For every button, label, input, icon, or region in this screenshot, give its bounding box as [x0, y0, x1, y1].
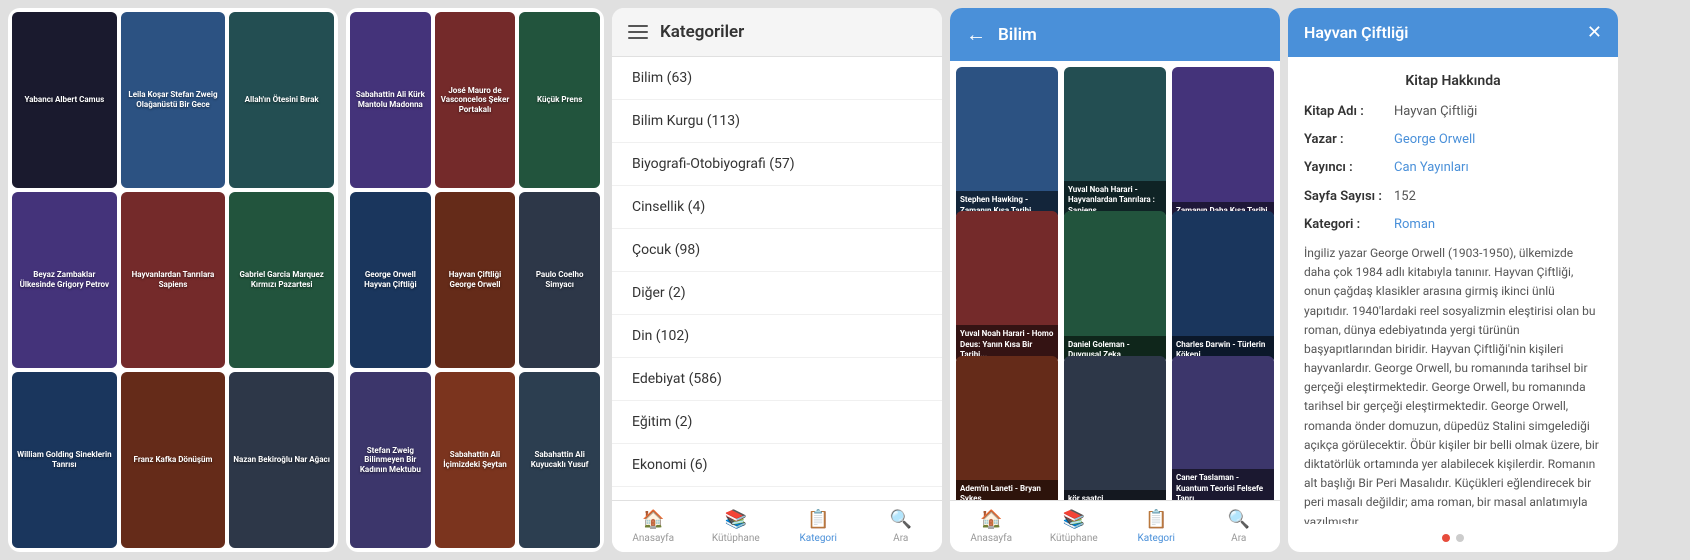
- book-cover[interactable]: Hayvan Çiftliği George Orwell: [435, 192, 516, 368]
- panel-book-grid-2: Sabahattin Ali Kürk Mantolu MadonnaJosé …: [346, 8, 604, 552]
- bilim-book-cover[interactable]: Yuval Noah Harari - Homo Deus: Yanın Kıs…: [956, 211, 1058, 364]
- detail-section-title: Kitap Hakkında: [1304, 73, 1602, 89]
- categories-header: Kategoriler: [612, 8, 942, 57]
- nav-icon: 🔍: [1228, 509, 1250, 530]
- nav-icon: 📋: [1145, 509, 1167, 530]
- bilim-book-cover[interactable]: kör saatçi: [1064, 356, 1166, 500]
- detail-description: İngiliz yazar George Orwell (1903-1950),…: [1304, 244, 1602, 524]
- category-item-ekonomi[interactable]: Ekonomi (6): [612, 444, 942, 487]
- detail-header-title: Hayvan Çiftliği: [1304, 23, 1408, 42]
- book-cover[interactable]: Sabahattin Ali İçimizdeki Şeytan: [435, 372, 516, 548]
- book-cover[interactable]: William Golding Sineklerin Tanrısı: [12, 372, 117, 548]
- nav-item-kütüphane[interactable]: 📚Kütüphane: [1033, 501, 1116, 552]
- nav-item-ara[interactable]: 🔍Ara: [860, 501, 943, 552]
- bilim-book-cover[interactable]: Zamanın Daha Kısa Tarihi: [1172, 67, 1274, 220]
- detail-row-kategori: Kategori :Roman: [1304, 216, 1602, 234]
- book-cover[interactable]: Nazan Bekiroğlu Nar Ağacı: [229, 372, 334, 548]
- nav-item-anasayfa[interactable]: 🏠Anasayfa: [950, 501, 1033, 552]
- bottom-nav-bilim: 🏠Anasayfa📚Kütüphane📋Kategori🔍Ara: [950, 500, 1280, 552]
- book-cover[interactable]: Beyaz Zambaklar Ülkesinde Grigory Petrov: [12, 192, 117, 368]
- categories-title: Kategoriler: [660, 22, 744, 42]
- bilim-book-cover[interactable]: Adem'in Laneti - Bryan Sykes: [956, 356, 1058, 500]
- bilim-grid: Stephen Hawking - Zamanın Kısa Tarihi Yu…: [950, 61, 1280, 500]
- close-icon[interactable]: ✕: [1587, 22, 1602, 43]
- nav-icon: 🏠: [980, 509, 1002, 530]
- bilim-book-cover[interactable]: Caner Taslaman - Kuantum Teorisi Felsefe…: [1172, 356, 1274, 500]
- bilim-book-overlay: Adem'in Laneti - Bryan Sykes: [956, 480, 1058, 500]
- book-cover[interactable]: Hayvanlardan Tanrılara Sapiens: [121, 192, 226, 368]
- detail-label-sayfa: Sayfa Sayısı :: [1304, 188, 1394, 206]
- book-cover[interactable]: Franz Kafka Dönüşüm: [121, 372, 226, 548]
- detail-label-kitap_adi: Kitap Adı :: [1304, 103, 1394, 121]
- detail-label-kategori: Kategori :: [1304, 216, 1394, 234]
- hamburger-icon[interactable]: [628, 25, 648, 39]
- category-item-biyografi[interactable]: Biyografi-Otobiyografi (57): [612, 143, 942, 186]
- book-cover[interactable]: Sabahattin Ali Kuyucaklı Yusuf: [519, 372, 600, 548]
- book-cover[interactable]: Leila Koşar Stefan Zweig Olağanüstü Bir …: [121, 12, 226, 188]
- detail-value-yayinci[interactable]: Can Yayınları: [1394, 159, 1469, 177]
- book-cover[interactable]: George Orwell Hayvan Çiftliği: [350, 192, 431, 368]
- detail-content: Kitap Hakkında Kitap Adı :Hayvan Çiftliğ…: [1288, 57, 1618, 524]
- nav-icon: 📚: [725, 509, 747, 530]
- panel-book-detail: Hayvan Çiftliği ✕ Kitap Hakkında Kitap A…: [1288, 8, 1618, 552]
- bottom-nav-categories: 🏠Anasayfa📚Kütüphane📋Kategori🔍Ara: [612, 500, 942, 552]
- book-cover[interactable]: Allah'ın Ötesini Bırak: [229, 12, 334, 188]
- book-cover[interactable]: Yabancı Albert Camus: [12, 12, 117, 188]
- detail-label-yazar: Yazar :: [1304, 131, 1394, 149]
- bilim-book-overlay: kör saatçi: [1064, 490, 1166, 500]
- detail-header: Hayvan Çiftliği ✕: [1288, 8, 1618, 57]
- book-cover[interactable]: Paulo Coelho Simyacı: [519, 192, 600, 368]
- back-arrow-icon[interactable]: ←: [966, 22, 986, 47]
- panel-book-grid-1: Yabancı Albert CamusLeila Koşar Stefan Z…: [8, 8, 338, 552]
- bilim-header: ← Bilim: [950, 8, 1280, 61]
- dot-indicator-0[interactable]: [1442, 534, 1450, 542]
- bilim-book-overlay: Caner Taslaman - Kuantum Teorisi Felsefe…: [1172, 469, 1274, 500]
- category-list: Bilim (63)Bilim Kurgu (113)Biyografi-Oto…: [612, 57, 942, 500]
- book-cover[interactable]: Küçük Prens: [519, 12, 600, 188]
- nav-item-anasayfa[interactable]: 🏠Anasayfa: [612, 501, 695, 552]
- bilim-book-cover[interactable]: Stephen Hawking - Zamanın Kısa Tarihi: [956, 67, 1058, 220]
- nav-item-kütüphane[interactable]: 📚Kütüphane: [695, 501, 778, 552]
- book-cover[interactable]: José Mauro de Vasconcelos Şeker Portakal…: [435, 12, 516, 188]
- nav-icon: 🏠: [642, 509, 664, 530]
- book-cover[interactable]: Sabahattin Ali Kürk Mantolu Madonna: [350, 12, 431, 188]
- nav-icon: 📚: [1063, 509, 1085, 530]
- bilim-book-cover[interactable]: Charles Darwin - Türlerin Kökeni: [1172, 211, 1274, 364]
- category-item-edebiyat[interactable]: Edebiyat (586): [612, 358, 942, 401]
- detail-fields: Kitap Adı :Hayvan ÇiftliğiYazar :George …: [1304, 103, 1602, 234]
- nav-item-kategori[interactable]: 📋Kategori: [1115, 501, 1198, 552]
- nav-icon: 🔍: [890, 509, 912, 530]
- detail-row-yazar: Yazar :George Orwell: [1304, 131, 1602, 149]
- bilim-book-cover[interactable]: Yuval Noah Harari - Hayvanlardan Tanrıla…: [1064, 67, 1166, 220]
- detail-value-sayfa: 152: [1394, 188, 1416, 206]
- dot-indicators: [1288, 524, 1618, 552]
- bilim-title: Bilim: [998, 25, 1037, 45]
- panel-bilim: ← Bilim Stephen Hawking - Zamanın Kısa T…: [950, 8, 1280, 552]
- category-item-cocuk[interactable]: Çocuk (98): [612, 229, 942, 272]
- category-item-bilim[interactable]: Bilim (63): [612, 57, 942, 100]
- detail-value-kategori[interactable]: Roman: [1394, 216, 1435, 234]
- detail-value-yazar[interactable]: George Orwell: [1394, 131, 1475, 149]
- category-item-egitim[interactable]: Eğitim (2): [612, 401, 942, 444]
- category-item-din[interactable]: Din (102): [612, 315, 942, 358]
- book-cover[interactable]: Gabriel Garcia Marquez Kırmızı Pazartesi: [229, 192, 334, 368]
- category-item-cinsellik[interactable]: Cinsellik (4): [612, 186, 942, 229]
- category-item-diger[interactable]: Diğer (2): [612, 272, 942, 315]
- book-cover[interactable]: Stefan Zweig Bilinmeyen Bir Kadının Mekt…: [350, 372, 431, 548]
- detail-row-sayfa: Sayfa Sayısı :152: [1304, 188, 1602, 206]
- nav-icon: 📋: [807, 509, 829, 530]
- bilim-book-cover[interactable]: Daniel Goleman - Duygusal Zeka: [1064, 211, 1166, 364]
- book-grid-2: Sabahattin Ali Kürk Mantolu MadonnaJosé …: [346, 8, 604, 552]
- dot-indicator-1[interactable]: [1456, 534, 1464, 542]
- nav-item-kategori[interactable]: 📋Kategori: [777, 501, 860, 552]
- detail-row-kitap_adi: Kitap Adı :Hayvan Çiftliği: [1304, 103, 1602, 121]
- detail-value-kitap_adi: Hayvan Çiftliği: [1394, 103, 1477, 121]
- detail-label-yayinci: Yayıncı :: [1304, 159, 1394, 177]
- book-grid-1: Yabancı Albert CamusLeila Koşar Stefan Z…: [8, 8, 338, 552]
- category-item-felsefe[interactable]: Felsefe (142): [612, 487, 942, 500]
- category-item-bilim-kurgu[interactable]: Bilim Kurgu (113): [612, 100, 942, 143]
- nav-item-ara[interactable]: 🔍Ara: [1198, 501, 1281, 552]
- panel-categories: Kategoriler Bilim (63)Bilim Kurgu (113)B…: [612, 8, 942, 552]
- detail-row-yayinci: Yayıncı :Can Yayınları: [1304, 159, 1602, 177]
